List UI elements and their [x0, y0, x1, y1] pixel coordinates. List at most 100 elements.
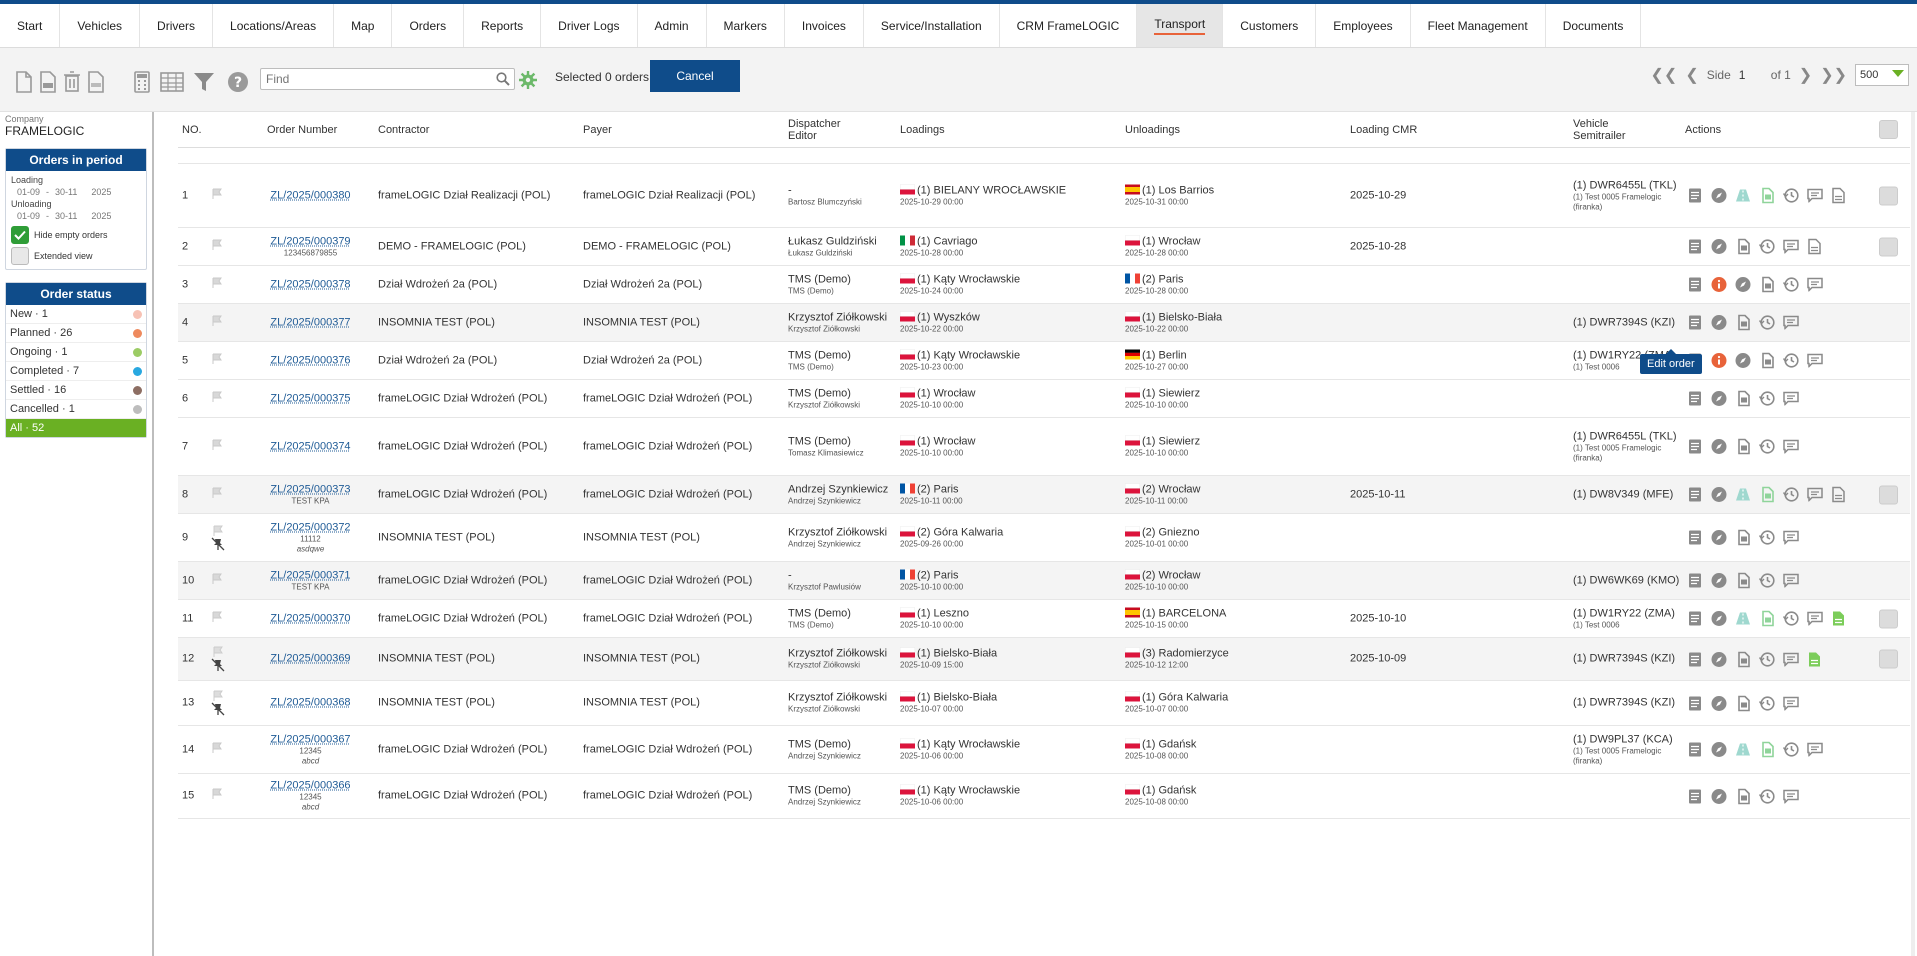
calculator-icon[interactable]	[130, 70, 154, 94]
loading-year[interactable]: 2025	[91, 187, 111, 197]
edit-order-icon[interactable]	[1685, 313, 1704, 332]
table-row[interactable]: 10 ZL/2025/000371 TEST KPA frameLOGIC Dział…	[178, 562, 1910, 600]
nav-item-drivers[interactable]: Drivers	[140, 4, 214, 47]
edit-order-icon[interactable]	[1685, 437, 1704, 456]
order-number-link[interactable]: ZL/2025/000373	[270, 483, 350, 495]
checkbox-empty-icon[interactable]	[11, 247, 29, 265]
nav-item-fleet-management[interactable]: Fleet Management	[1411, 4, 1546, 47]
flag-marker-icon[interactable]	[211, 277, 223, 292]
copy-order-icon[interactable]	[1733, 389, 1752, 408]
road-icon[interactable]	[1733, 186, 1752, 205]
new-document-icon[interactable]	[12, 70, 36, 94]
loading-date-range[interactable]: 01-09 - 30-11 2025	[11, 185, 141, 199]
comment-icon[interactable]	[1781, 650, 1800, 669]
status-item[interactable]: Planned · 26	[6, 324, 146, 343]
comment-icon[interactable]	[1781, 528, 1800, 547]
edit-order-icon[interactable]	[1685, 528, 1704, 547]
road-icon[interactable]	[1733, 609, 1752, 628]
flag-marker-icon[interactable]	[211, 487, 223, 502]
edit-order-icon[interactable]	[1685, 186, 1704, 205]
edit-order-icon[interactable]	[1685, 609, 1704, 628]
history-icon[interactable]	[1781, 351, 1800, 370]
nav-item-service-installation[interactable]: Service/Installation	[864, 4, 1000, 47]
flag-marker-icon[interactable]	[211, 353, 223, 368]
warning-info-icon[interactable]	[1709, 351, 1728, 370]
route-icon[interactable]	[1709, 787, 1728, 806]
nav-item-invoices[interactable]: Invoices	[785, 4, 864, 47]
order-number-link[interactable]: ZL/2025/000366	[270, 780, 350, 792]
copy-order-icon[interactable]	[1733, 237, 1752, 256]
copy-order-icon[interactable]	[1733, 528, 1752, 547]
col-contractor[interactable]: Contractor	[378, 124, 429, 136]
history-icon[interactable]	[1781, 275, 1800, 294]
search-icon[interactable]	[496, 72, 510, 89]
status-item[interactable]: Ongoing · 1	[6, 343, 146, 362]
cmr-copy-icon[interactable]	[1757, 740, 1776, 759]
cmr-copy-icon[interactable]	[1757, 485, 1776, 504]
comment-icon[interactable]	[1805, 485, 1824, 504]
table-row[interactable]: 13 ZL/2025/000368 INSOMNIA TEST (POL) INSOM…	[178, 681, 1910, 726]
history-icon[interactable]	[1757, 694, 1776, 713]
order-number-link[interactable]: ZL/2025/000379	[270, 235, 350, 247]
road-icon[interactable]	[1733, 485, 1752, 504]
order-number-link[interactable]: ZL/2025/000367	[270, 733, 350, 745]
order-number-link[interactable]: ZL/2025/000370	[270, 612, 350, 624]
history-icon[interactable]	[1757, 787, 1776, 806]
status-item[interactable]: Cancelled · 1	[6, 400, 146, 419]
table-row[interactable]: 11 ZL/2025/000370 frameLOGIC Dział Wdrożeń…	[178, 600, 1910, 638]
route-icon[interactable]	[1709, 485, 1728, 504]
loading-from[interactable]: 01-09	[17, 187, 40, 197]
col-payer[interactable]: Payer	[583, 124, 612, 136]
page-size-select[interactable]: 500	[1855, 64, 1909, 86]
history-icon[interactable]	[1757, 389, 1776, 408]
edit-order-icon[interactable]	[1685, 275, 1704, 294]
col-dispatcher[interactable]: Dispatcher Editor	[788, 118, 841, 142]
route-icon[interactable]	[1709, 694, 1728, 713]
warning-info-icon[interactable]	[1709, 275, 1728, 294]
vertical-scrollbar[interactable]	[1911, 112, 1915, 956]
row-checkbox[interactable]	[1879, 649, 1898, 669]
pdf-export-icon[interactable]	[84, 70, 108, 94]
invoice-icon[interactable]	[1829, 609, 1848, 628]
comment-icon[interactable]	[1805, 186, 1824, 205]
history-icon[interactable]	[1757, 528, 1776, 547]
road-icon[interactable]	[1733, 740, 1752, 759]
nav-item-markers[interactable]: Markers	[707, 4, 785, 47]
table-row[interactable]: 9 ZL/2025/000372 11112 asdqwe INSOMNIA TEST …	[178, 514, 1910, 562]
invoice-icon[interactable]	[1805, 650, 1824, 669]
table-row[interactable]: 8 ZL/2025/000373 TEST KPA frameLOGIC Dział …	[178, 476, 1910, 514]
table-row[interactable]: 2 ZL/2025/000379 123456879855 DEMO - FRAMEL…	[178, 228, 1910, 266]
col-vehicle[interactable]: Vehicle Semitrailer	[1573, 118, 1626, 142]
unloading-year[interactable]: 2025	[91, 211, 111, 221]
col-loading-cmr[interactable]: Loading CMR	[1350, 124, 1417, 136]
nav-item-documents[interactable]: Documents	[1546, 4, 1642, 47]
route-icon[interactable]	[1709, 389, 1728, 408]
route-icon[interactable]	[1709, 740, 1728, 759]
edit-order-icon[interactable]	[1685, 237, 1704, 256]
col-loadings[interactable]: Loadings	[900, 124, 945, 136]
order-number-link[interactable]: ZL/2025/000372	[270, 521, 350, 533]
table-row[interactable]: 3 ZL/2025/000378 Dział Wdrożeń 2a (POL) Dzi…	[178, 266, 1910, 304]
comment-icon[interactable]	[1805, 609, 1824, 628]
nav-item-locations-areas[interactable]: Locations/Areas	[213, 4, 335, 47]
nav-item-orders[interactable]: Orders	[392, 4, 465, 47]
status-item[interactable]: Settled · 16	[6, 381, 146, 400]
cmr-copy-icon[interactable]	[1757, 186, 1776, 205]
table-row[interactable]: 12 ZL/2025/000369 INSOMNIA TEST (POL) INSOM…	[178, 638, 1910, 681]
order-number-link[interactable]: ZL/2025/000376	[270, 354, 350, 366]
edit-order-icon[interactable]	[1685, 389, 1704, 408]
nav-item-crm-framelogic[interactable]: CRM FrameLOGIC	[1000, 4, 1138, 47]
flag-marker-icon[interactable]	[211, 188, 223, 203]
order-number-link[interactable]: ZL/2025/000375	[270, 392, 350, 404]
pinned-flag-icon[interactable]	[211, 690, 225, 716]
search-input[interactable]	[261, 69, 486, 89]
copy-order-icon[interactable]	[1733, 313, 1752, 332]
table-row[interactable]: 1 ZL/2025/000380 frameLOGIC Dział Realizac…	[178, 164, 1910, 228]
edit-order-icon[interactable]	[1685, 787, 1704, 806]
route-icon[interactable]	[1709, 313, 1728, 332]
flag-marker-icon[interactable]	[211, 742, 223, 757]
trash-icon[interactable]	[60, 70, 84, 94]
route-icon[interactable]	[1733, 275, 1752, 294]
order-number-link[interactable]: ZL/2025/000377	[270, 316, 350, 328]
extended-view-toggle[interactable]: Extended view	[11, 247, 141, 265]
